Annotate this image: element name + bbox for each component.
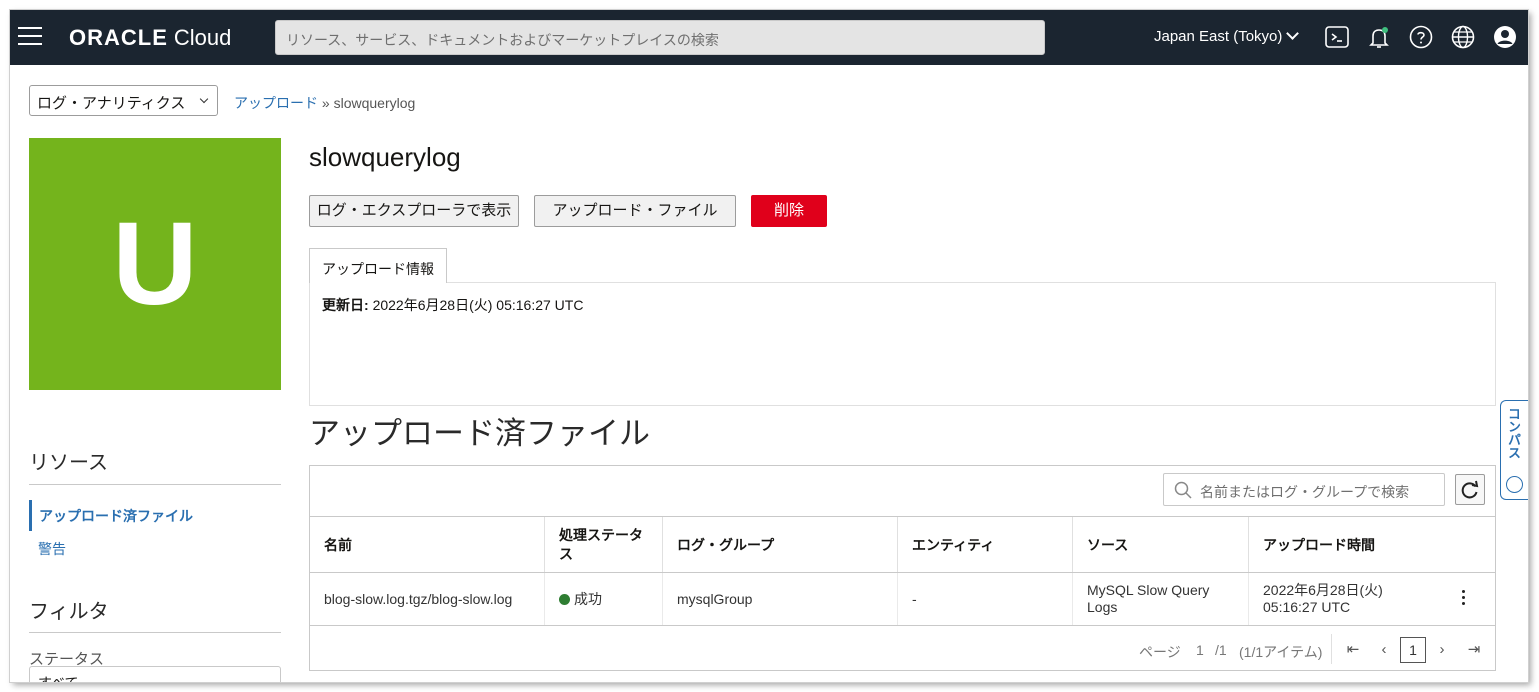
tab-upload-info[interactable]: アップロード情報 xyxy=(309,248,447,283)
breadcrumb: アップロード » slowquerylog xyxy=(234,93,415,113)
chevron-down-icon xyxy=(1286,27,1300,40)
brand-name: ORACLE xyxy=(69,25,168,50)
cell-name[interactable]: blog-slow.log.tgz/blog-slow.log xyxy=(310,573,545,625)
page-label: ページ xyxy=(1139,644,1181,660)
page-number: 1 xyxy=(1196,642,1204,658)
compass-icon xyxy=(1506,476,1523,493)
next-page-icon[interactable]: › xyxy=(1430,638,1454,662)
language-globe-icon[interactable] xyxy=(1450,24,1476,50)
previous-page-icon[interactable]: ‹ xyxy=(1372,638,1396,662)
breadcrumb-link-upload[interactable]: アップロード xyxy=(234,95,318,111)
global-search-input[interactable]: リソース、サービス、ドキュメントおよびマーケットプレイスの検索 xyxy=(275,20,1045,55)
last-page-icon[interactable]: ⇥ xyxy=(1462,638,1486,662)
search-icon xyxy=(1174,481,1192,499)
cell-entity: - xyxy=(898,573,1073,625)
region-selector[interactable]: Japan East (Tokyo) xyxy=(1154,27,1300,45)
column-header-entity[interactable]: エンティティ xyxy=(898,517,1073,572)
refresh-icon xyxy=(1461,480,1479,499)
updated-value: 2022年6月28日(火) 05:16:27 UTC xyxy=(372,297,584,313)
cell-log-group: mysqlGroup xyxy=(663,573,898,625)
success-status-icon xyxy=(559,593,570,605)
table-header: 名前 処理ステータス ログ・グループ エンティティ ソース アップロード時間 xyxy=(310,516,1495,573)
cloud-shell-icon[interactable] xyxy=(1324,24,1350,50)
breadcrumb-current: slowquerylog xyxy=(333,95,416,111)
cell-status: 成功 xyxy=(545,573,663,625)
table-search-placeholder: 名前またはログ・グループで検索 xyxy=(1200,484,1410,500)
user-profile-icon[interactable] xyxy=(1492,24,1518,50)
resource-hero-badge: U xyxy=(29,138,281,390)
compass-label: コンパス xyxy=(1506,407,1521,459)
status-filter-select[interactable]: すべて xyxy=(29,666,281,682)
page-title: slowquerylog xyxy=(309,142,461,172)
refresh-button[interactable] xyxy=(1455,474,1485,505)
top-navigation-bar: ORACLE Cloud リソース、サービス、ドキュメントおよびマーケットプレイス… xyxy=(10,10,1528,65)
cell-source: MySQL Slow Query Logs xyxy=(1073,573,1249,625)
compass-side-tab[interactable]: コンパス xyxy=(1500,400,1528,500)
sidebar-item-uploaded-files[interactable]: アップロード済ファイル xyxy=(29,500,281,531)
column-header-log-group[interactable]: ログ・グループ xyxy=(663,517,898,572)
view-in-log-explorer-button[interactable]: ログ・エクスプローラで表示 xyxy=(309,195,519,227)
console-window: ORACLE Cloud リソース、サービス、ドキュメントおよびマーケットプレイス… xyxy=(10,10,1528,682)
delete-button[interactable]: 削除 xyxy=(751,195,827,227)
compartment-value: ログ・アナリティクス xyxy=(37,95,186,112)
brand-suffix: Cloud xyxy=(173,25,232,50)
uploaded-files-heading: アップロード済ファイル xyxy=(309,416,650,451)
pagination-divider xyxy=(1331,634,1332,664)
filter-heading: フィルタ xyxy=(29,601,109,623)
upload-info-panel: 更新日: 2022年6月28日(火) 05:16:27 UTC xyxy=(309,282,1496,406)
cell-upload-time: 2022年6月28日(火) 05:16:27 UTC xyxy=(1263,582,1383,615)
breadcrumb-separator: » xyxy=(321,95,330,111)
chevron-down-icon xyxy=(199,94,209,104)
help-icon[interactable] xyxy=(1408,24,1434,50)
status-text: 成功 xyxy=(574,590,602,607)
uploaded-files-table: 名前またはログ・グループで検索 名前 処理ステータス ログ・グループ エンティテ… xyxy=(309,465,1496,671)
updated-label: 更新日: xyxy=(322,297,369,313)
table-row: blog-slow.log.tgz/blog-slow.log 成功 mysql… xyxy=(310,573,1495,626)
pagination: ページ 1 /1 (1/1アイテム) ⇤ ‹ 1 › ⇥ xyxy=(310,634,1495,666)
current-page-button[interactable]: 1 xyxy=(1400,637,1426,663)
notification-bell-icon[interactable] xyxy=(1366,24,1392,50)
first-page-icon[interactable]: ⇤ xyxy=(1341,638,1365,662)
oracle-cloud-logo[interactable]: ORACLE Cloud xyxy=(69,25,231,51)
sidebar-item-warnings[interactable]: 警告 xyxy=(38,539,66,559)
compartment-selector[interactable]: ログ・アナリティクス xyxy=(29,85,218,116)
resources-divider xyxy=(29,484,281,485)
column-header-name[interactable]: 名前 xyxy=(310,517,545,572)
row-actions-kebab-icon[interactable] xyxy=(1458,590,1468,608)
item-count: (1/1アイテム) xyxy=(1239,644,1323,660)
upload-file-button[interactable]: アップロード・ファイル xyxy=(534,195,736,227)
table-search-input[interactable]: 名前またはログ・グループで検索 xyxy=(1163,473,1445,506)
column-header-status[interactable]: 処理ステータス xyxy=(545,517,663,572)
page-total: /1 xyxy=(1215,642,1227,658)
hamburger-menu-icon[interactable] xyxy=(18,27,42,47)
column-header-upload-time[interactable]: アップロード時間 xyxy=(1249,517,1495,572)
resources-heading: リソース xyxy=(29,452,108,474)
filter-divider xyxy=(29,632,281,633)
column-header-source[interactable]: ソース xyxy=(1073,517,1249,572)
region-label: Japan East (Tokyo) xyxy=(1154,28,1283,45)
